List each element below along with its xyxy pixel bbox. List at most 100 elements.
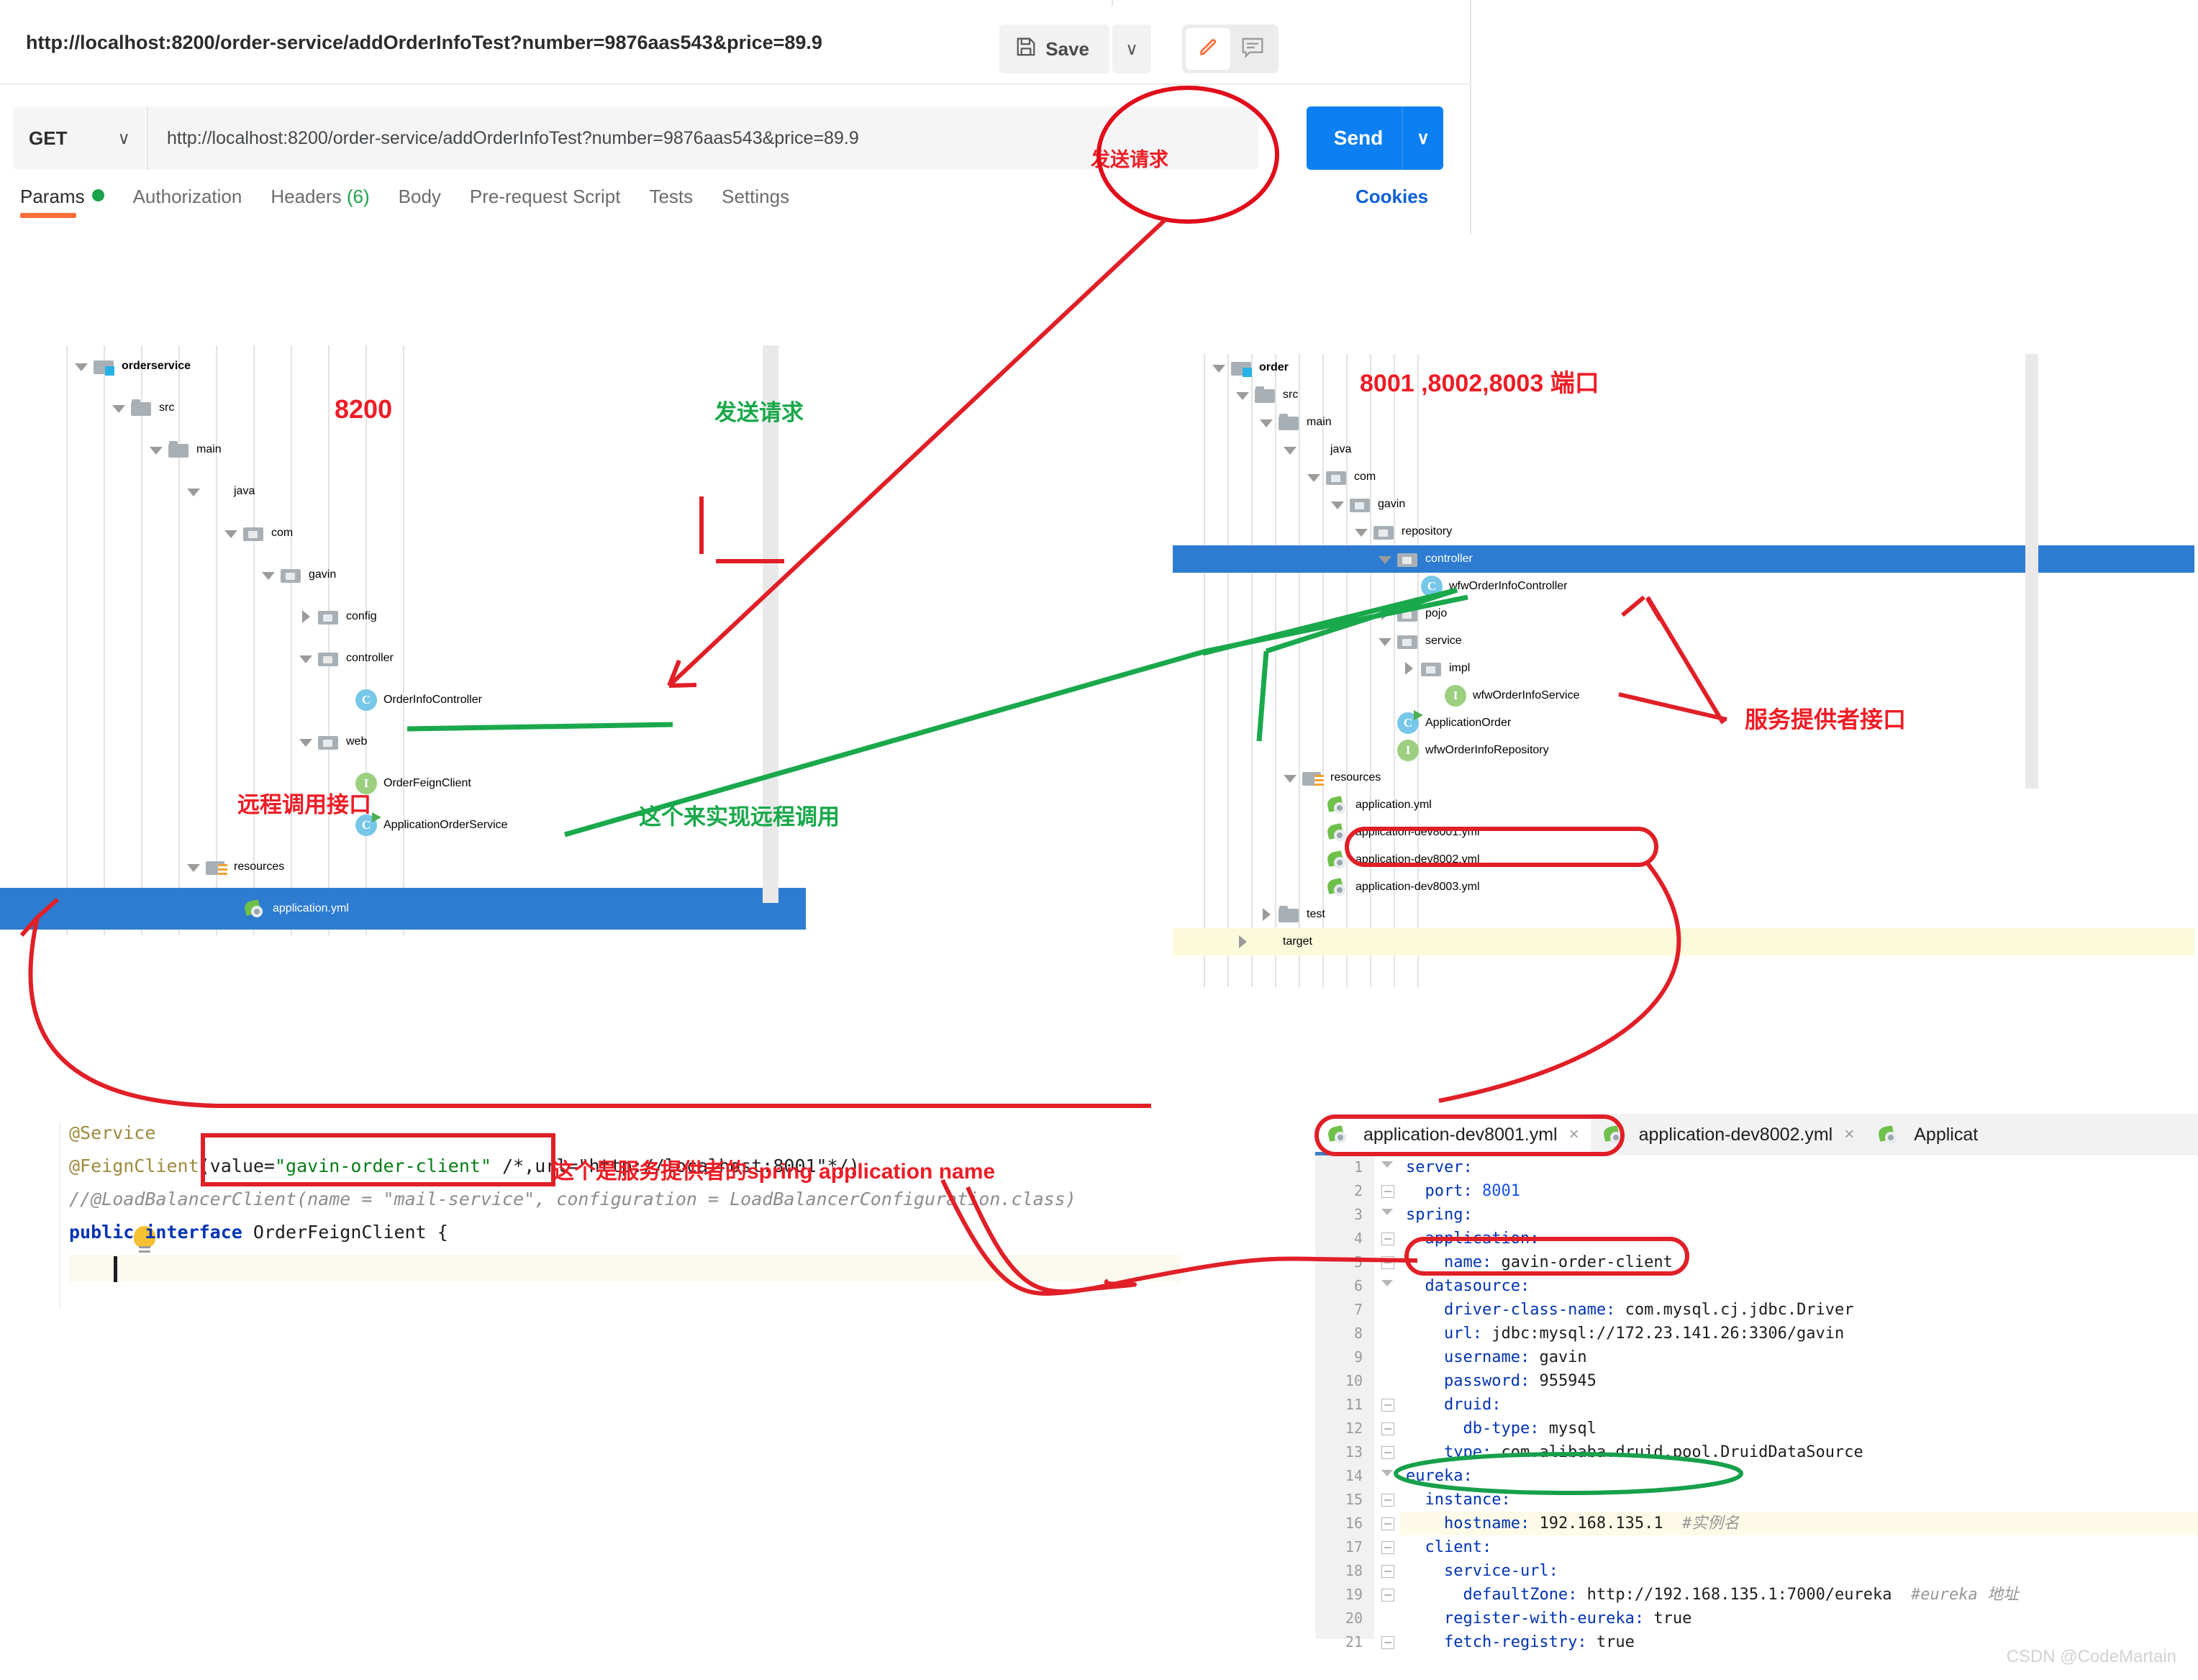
code-fold-icon[interactable] (1381, 1256, 1394, 1269)
tab-authorization[interactable]: Authorization (133, 186, 242, 218)
tree-item[interactable]: config (0, 596, 806, 637)
no-chevron[interactable] (1377, 743, 1393, 758)
tree-item[interactable]: gavin (1173, 491, 2194, 518)
send-button[interactable]: Send ∨ (1307, 106, 1443, 170)
tree-item[interactable]: src (1173, 381, 2194, 409)
no-chevron[interactable] (1377, 715, 1393, 731)
code-fold-icon[interactable] (1381, 1280, 1394, 1293)
code-fold-icon[interactable] (1381, 1209, 1394, 1222)
chevron-down-icon[interactable] (1306, 469, 1322, 485)
no-chevron[interactable] (1401, 578, 1417, 594)
tree-item[interactable]: application.yml (1173, 791, 2194, 819)
tree-item[interactable]: test (1173, 901, 2194, 928)
edit-pencil-button[interactable] (1186, 28, 1230, 70)
tree-item[interactable]: java (1173, 436, 2194, 463)
code-fold-icon[interactable] (1381, 1589, 1394, 1602)
tree-item[interactable]: gavin (0, 554, 806, 596)
code-fold-icon[interactable] (1381, 1517, 1394, 1530)
tree-item[interactable]: main (1173, 409, 2194, 436)
tree-item[interactable]: controller (1173, 545, 2194, 573)
chevron-right-icon[interactable] (1401, 660, 1417, 676)
no-chevron[interactable] (1306, 825, 1322, 840)
chevron-down-icon[interactable] (1377, 551, 1393, 567)
code-fold-icon[interactable] (1381, 1494, 1394, 1507)
tree-item[interactable]: target (1173, 928, 2194, 955)
no-chevron[interactable] (335, 692, 351, 708)
save-button[interactable]: Save (999, 24, 1109, 73)
chevron-down-icon[interactable] (1377, 633, 1393, 649)
tree-item[interactable]: impl (1173, 655, 2194, 682)
tree-item[interactable]: service (1173, 627, 2194, 655)
chevron-down-icon[interactable] (111, 400, 127, 416)
code-fold-icon[interactable] (1381, 1636, 1394, 1649)
tree-item[interactable]: C OrderInfoController (0, 679, 806, 721)
chevron-right-icon[interactable] (298, 609, 314, 625)
code-fold-icon[interactable] (1381, 1185, 1394, 1198)
tab-tests[interactable]: Tests (649, 186, 693, 218)
chevron-down-icon[interactable] (298, 734, 314, 750)
tree-item[interactable]: java (0, 471, 806, 512)
tree-item[interactable]: application.yml (0, 888, 806, 930)
tree-item[interactable]: IwfwOrderInfoRepository (1173, 737, 2194, 764)
tab-headers[interactable]: Headers (6) (271, 186, 369, 218)
chevron-down-icon[interactable] (1258, 414, 1274, 430)
tab-body[interactable]: Body (399, 186, 441, 218)
tab-pre-request-script[interactable]: Pre-request Script (470, 186, 621, 218)
chevron-right-icon[interactable] (1377, 606, 1393, 622)
tree-item[interactable]: application-dev8002.yml (1173, 846, 2194, 873)
code-fold-icon[interactable] (1381, 1161, 1394, 1174)
code-fold-icon[interactable] (1381, 1565, 1394, 1578)
chevron-down-icon[interactable] (1330, 496, 1345, 512)
tree-item[interactable]: pojo (1173, 600, 2194, 627)
no-chevron[interactable] (223, 901, 239, 917)
tree-item[interactable]: controller (0, 637, 806, 679)
tree-item[interactable]: repository (1173, 518, 2194, 545)
code-fold-icon[interactable] (1381, 1399, 1394, 1412)
no-chevron[interactable] (1425, 688, 1440, 704)
tree-item[interactable]: application-dev8001.yml (1173, 819, 2194, 846)
chevron-right-icon[interactable] (1235, 934, 1250, 950)
chevron-down-icon[interactable] (73, 358, 89, 374)
tree-item[interactable]: com (0, 512, 806, 554)
chevron-down-icon[interactable] (148, 442, 164, 458)
code-fold-icon[interactable] (1381, 1541, 1394, 1554)
tree-item[interactable]: CwfwOrderInfoController (1173, 573, 2194, 600)
tree-item[interactable]: main (0, 429, 806, 471)
no-chevron[interactable] (1306, 852, 1322, 868)
http-method-select[interactable]: GET ∨ (13, 106, 146, 170)
feign-client-code-editor[interactable]: @Service @FeignClient(value="gavin-order-… (50, 1122, 1245, 1309)
chevron-down-icon[interactable] (1211, 360, 1227, 376)
tree-item[interactable]: orderservice (0, 345, 806, 387)
chevron-right-icon[interactable] (1258, 907, 1274, 922)
chevron-down-icon[interactable] (1282, 770, 1298, 786)
no-chevron[interactable] (335, 817, 351, 833)
save-dropdown-button[interactable]: ∨ (1112, 24, 1151, 73)
tree-item[interactable]: com (1173, 463, 2194, 491)
tab-params[interactable]: Params (20, 186, 104, 218)
tree-item[interactable]: application-dev8003.yml (1173, 873, 2194, 901)
tree-item[interactable]: src (0, 387, 806, 429)
comment-button[interactable] (1230, 28, 1275, 70)
code-fold-icon[interactable] (1381, 1232, 1394, 1245)
right-tree-scrollbar[interactable] (2025, 354, 2038, 789)
yaml-tab[interactable]: application-dev8001.yml × (1315, 1114, 1591, 1155)
tree-item[interactable]: web (0, 721, 806, 763)
tree-item[interactable]: C ApplicationOrder (1173, 709, 2194, 737)
chevron-down-icon[interactable] (298, 650, 314, 666)
no-chevron[interactable] (1306, 879, 1322, 895)
tree-item[interactable]: resources (1173, 764, 2194, 791)
tree-item[interactable]: order (1173, 354, 2194, 381)
chevron-down-icon[interactable] (186, 859, 201, 875)
close-icon[interactable]: × (1844, 1125, 1854, 1145)
chevron-down-icon[interactable] (1235, 387, 1250, 403)
tree-item[interactable]: IwfwOrderInfoService (1173, 682, 2194, 709)
yaml-tab[interactable]: application-dev8002.yml × (1591, 1114, 1866, 1155)
chevron-down-icon[interactable] (1282, 442, 1298, 458)
code-fold-icon[interactable] (1381, 1446, 1394, 1459)
yaml-tab[interactable]: Applicat (1866, 1114, 1989, 1155)
code-fold-icon[interactable] (1381, 1422, 1394, 1435)
tree-item[interactable]: resources (0, 846, 806, 888)
tab-settings[interactable]: Settings (722, 186, 789, 218)
code-fold-icon[interactable] (1381, 1470, 1394, 1483)
no-chevron[interactable] (1306, 797, 1322, 813)
